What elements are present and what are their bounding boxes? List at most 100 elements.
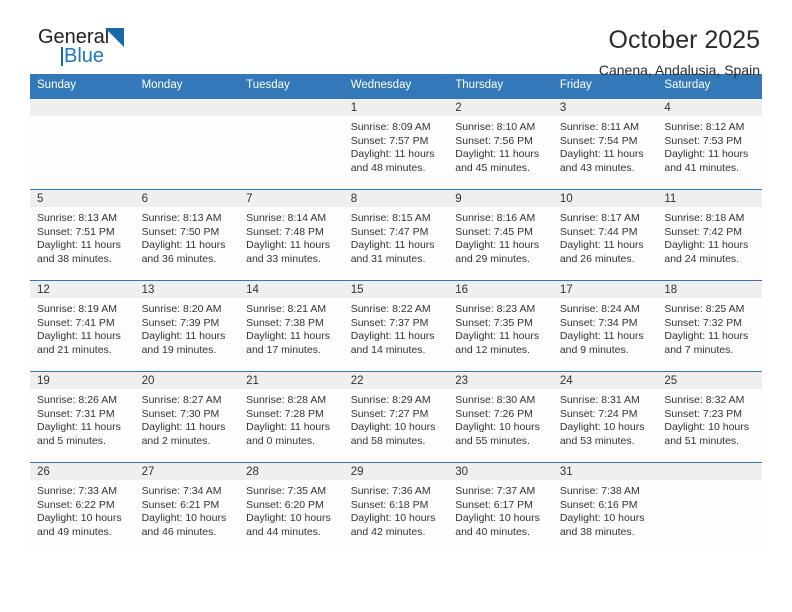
day-number: 14 — [239, 281, 344, 298]
calendar-day-cell[interactable]: 20 Sunrise: 8:27 AM Sunset: 7:30 PM Dayligh… — [134, 371, 240, 463]
day-details: Sunrise: 8:12 AM Sunset: 7:53 PM Daylight:… — [657, 116, 762, 175]
calendar-day-cell[interactable]: 29 Sunrise: 7:36 AM Sunset: 6:18 PM Dayligh… — [343, 462, 449, 553]
day-cell-inner: 13 Sunrise: 8:20 AM Sunset: 7:39 PM Dayligh… — [134, 281, 240, 371]
weekday-header-monday: Monday — [134, 74, 240, 99]
calendar-day-cell[interactable]: 18 Sunrise: 8:25 AM Sunset: 7:32 PM Dayligh… — [657, 280, 762, 372]
calendar-day-cell[interactable]: 28 Sunrise: 7:35 AM Sunset: 6:20 PM Dayligh… — [239, 462, 344, 553]
day-number: 26 — [30, 463, 135, 480]
calendar-day-cell[interactable]: 8 Sunrise: 8:15 AM Sunset: 7:47 PM Daylight… — [343, 189, 449, 281]
calendar-day-cell[interactable]: 13 Sunrise: 8:20 AM Sunset: 7:39 PM Dayligh… — [134, 280, 240, 372]
daylight-duration-line1: Daylight: 11 hours — [37, 421, 121, 433]
daylight-duration-line1: Daylight: 11 hours — [246, 421, 330, 433]
sunrise-time: Sunrise: 8:19 AM — [37, 303, 117, 315]
calendar-day-cell[interactable]: 14 Sunrise: 8:21 AM Sunset: 7:38 PM Dayligh… — [239, 280, 344, 372]
day-details: Sunrise: 8:20 AM Sunset: 7:39 PM Daylight:… — [135, 298, 240, 357]
day-number: 3 — [552, 99, 658, 116]
day-cell-inner: 20 Sunrise: 8:27 AM Sunset: 7:30 PM Dayligh… — [134, 372, 240, 462]
calendar-day-cell[interactable]: 5 Sunrise: 8:13 AM Sunset: 7:51 PM Daylight… — [30, 189, 135, 281]
calendar-day-cell[interactable]: 17 Sunrise: 8:24 AM Sunset: 7:34 PM Dayligh… — [552, 280, 658, 372]
day-cell-inner: 4 Sunrise: 8:12 AM Sunset: 7:53 PM Daylight… — [657, 99, 762, 189]
calendar-day-cell[interactable]: 22 Sunrise: 8:29 AM Sunset: 7:27 PM Dayligh… — [343, 371, 449, 463]
calendar-day-cell[interactable]: 9 Sunrise: 8:16 AM Sunset: 7:45 PM Daylight… — [448, 189, 553, 281]
calendar-day-cell[interactable]: 10 Sunrise: 8:17 AM Sunset: 7:44 PM Dayligh… — [552, 189, 658, 281]
daylight-duration-line1: Daylight: 11 hours — [664, 330, 749, 342]
calendar-day-cell[interactable]: 11 Sunrise: 8:18 AM Sunset: 7:42 PM Dayligh… — [657, 189, 762, 281]
sunset-time: Sunset: 7:39 PM — [141, 316, 220, 329]
day-details: Sunrise: 7:36 AM Sunset: 6:18 PM Daylight:… — [344, 480, 449, 539]
calendar-day-cell[interactable]: 6 Sunrise: 8:13 AM Sunset: 7:50 PM Daylight… — [134, 189, 240, 281]
calendar-day-cell[interactable]: 16 Sunrise: 8:23 AM Sunset: 7:35 PM Dayligh… — [448, 280, 553, 372]
day-details: Sunrise: 8:28 AM Sunset: 7:28 PM Daylight:… — [239, 389, 344, 448]
calendar-day-cell[interactable]: 1 Sunrise: 8:09 AM Sunset: 7:57 PM Daylight… — [343, 98, 449, 190]
day-number: 10 — [552, 190, 658, 207]
day-cell-inner: 16 Sunrise: 8:23 AM Sunset: 7:35 PM Dayligh… — [448, 281, 553, 371]
sunrise-time: Sunrise: 8:13 AM — [37, 212, 117, 224]
sunrise-time: Sunrise: 8:12 AM — [664, 121, 745, 133]
day-number: 30 — [448, 463, 553, 480]
daylight-duration-line1: Daylight: 11 hours — [141, 239, 226, 251]
calendar-day-cell[interactable]: 2 Sunrise: 8:10 AM Sunset: 7:56 PM Daylight… — [448, 98, 553, 190]
calendar-day-cell[interactable]: 24 Sunrise: 8:31 AM Sunset: 7:24 PM Dayligh… — [552, 371, 658, 463]
sunrise-time: Sunrise: 7:33 AM — [37, 485, 117, 497]
day-cell-inner: 26 Sunrise: 7:33 AM Sunset: 6:22 PM Dayligh… — [30, 463, 135, 553]
calendar-week-row: 19 Sunrise: 8:26 AM Sunset: 7:31 PM Dayligh… — [30, 371, 762, 463]
calendar-day-cell[interactable]: 15 Sunrise: 8:22 AM Sunset: 7:37 PM Dayligh… — [343, 280, 449, 372]
daylight-duration-line1: Daylight: 11 hours — [246, 330, 330, 342]
calendar-day-cell[interactable]: 12 Sunrise: 8:19 AM Sunset: 7:41 PM Dayligh… — [30, 280, 135, 372]
daylight-duration-line1: Daylight: 11 hours — [37, 330, 121, 342]
daylight-duration-line1: Daylight: 10 hours — [664, 421, 750, 433]
daylight-duration-line2: and 29 minutes. — [455, 252, 530, 265]
day-cell-inner: 8 Sunrise: 8:15 AM Sunset: 7:47 PM Daylight… — [343, 190, 449, 280]
calendar-day-cell[interactable]: 3 Sunrise: 8:11 AM Sunset: 7:54 PM Daylight… — [552, 98, 658, 190]
sunrise-time: Sunrise: 8:25 AM — [664, 303, 745, 315]
calendar-day-cell[interactable]: 30 Sunrise: 7:37 AM Sunset: 6:17 PM Dayligh… — [448, 462, 553, 553]
day-details: Sunrise: 8:19 AM Sunset: 7:41 PM Daylight:… — [30, 298, 135, 357]
sunrise-time: Sunrise: 8:13 AM — [141, 212, 222, 224]
day-cell-inner: 5 Sunrise: 8:13 AM Sunset: 7:51 PM Daylight… — [30, 190, 135, 280]
day-number: 17 — [552, 281, 658, 298]
sunrise-time: Sunrise: 8:30 AM — [455, 394, 536, 406]
sunset-time: Sunset: 7:42 PM — [664, 225, 743, 238]
calendar-day-cell[interactable]: 7 Sunrise: 8:14 AM Sunset: 7:48 PM Daylight… — [239, 189, 344, 281]
calendar-week-row: 1 Sunrise: 8:09 AM Sunset: 7:57 PM Daylight… — [30, 98, 762, 190]
calendar-day-cell[interactable]: 26 Sunrise: 7:33 AM Sunset: 6:22 PM Dayligh… — [30, 462, 135, 553]
day-cell-inner: 6 Sunrise: 8:13 AM Sunset: 7:50 PM Daylight… — [134, 190, 240, 280]
calendar-day-cell[interactable]: 19 Sunrise: 8:26 AM Sunset: 7:31 PM Dayligh… — [30, 371, 135, 463]
day-number — [657, 463, 762, 480]
daylight-duration-line1: Daylight: 11 hours — [455, 148, 540, 160]
general-blue-logo[interactable]: General Blue — [30, 26, 160, 74]
day-number — [30, 99, 135, 116]
day-number: 4 — [657, 99, 762, 116]
location-subtitle: Canena, Andalusia, Spain — [598, 62, 760, 78]
day-details: Sunrise: 8:26 AM Sunset: 7:31 PM Daylight:… — [30, 389, 135, 448]
day-number: 8 — [343, 190, 449, 207]
daylight-duration-line1: Daylight: 11 hours — [664, 148, 749, 160]
page-title: October 2025 — [608, 26, 761, 54]
calendar-cell-empty — [30, 98, 135, 190]
calendar-day-cell[interactable]: 31 Sunrise: 7:38 AM Sunset: 6:16 PM Dayligh… — [552, 462, 658, 553]
daylight-duration-line2: and 55 minutes. — [455, 434, 530, 447]
day-cell-inner — [239, 99, 344, 189]
day-details: Sunrise: 8:15 AM Sunset: 7:47 PM Daylight:… — [344, 207, 449, 266]
day-cell-inner: 24 Sunrise: 8:31 AM Sunset: 7:24 PM Dayligh… — [552, 372, 658, 462]
day-details: Sunrise: 8:13 AM Sunset: 7:50 PM Daylight:… — [135, 207, 240, 266]
sunset-time: Sunset: 7:32 PM — [664, 316, 743, 329]
sunset-time: Sunset: 7:48 PM — [246, 225, 324, 238]
sunrise-time: Sunrise: 8:27 AM — [141, 394, 222, 406]
day-details: Sunrise: 8:16 AM Sunset: 7:45 PM Daylight:… — [448, 207, 553, 266]
sunrise-time: Sunrise: 8:31 AM — [559, 394, 640, 406]
sunrise-time: Sunrise: 8:26 AM — [37, 394, 117, 406]
day-cell-inner: 21 Sunrise: 8:28 AM Sunset: 7:28 PM Dayligh… — [239, 372, 344, 462]
calendar-day-cell[interactable]: 23 Sunrise: 8:30 AM Sunset: 7:26 PM Dayligh… — [448, 371, 553, 463]
calendar-day-cell[interactable]: 25 Sunrise: 8:32 AM Sunset: 7:23 PM Dayligh… — [657, 371, 762, 463]
daylight-duration-line2: and 9 minutes. — [559, 343, 629, 356]
day-details: Sunrise: 8:11 AM Sunset: 7:54 PM Daylight:… — [553, 116, 658, 175]
sunset-time: Sunset: 7:47 PM — [350, 225, 429, 238]
day-number: 15 — [343, 281, 449, 298]
daylight-duration-line2: and 33 minutes. — [246, 252, 321, 265]
calendar-day-cell[interactable]: 27 Sunrise: 7:34 AM Sunset: 6:21 PM Dayligh… — [134, 462, 240, 553]
sunset-time: Sunset: 6:22 PM — [37, 498, 115, 511]
calendar-day-cell[interactable]: 21 Sunrise: 8:28 AM Sunset: 7:28 PM Dayligh… — [239, 371, 344, 463]
daylight-duration-line1: Daylight: 11 hours — [141, 330, 226, 342]
calendar-day-cell[interactable]: 4 Sunrise: 8:12 AM Sunset: 7:53 PM Daylight… — [657, 98, 762, 190]
